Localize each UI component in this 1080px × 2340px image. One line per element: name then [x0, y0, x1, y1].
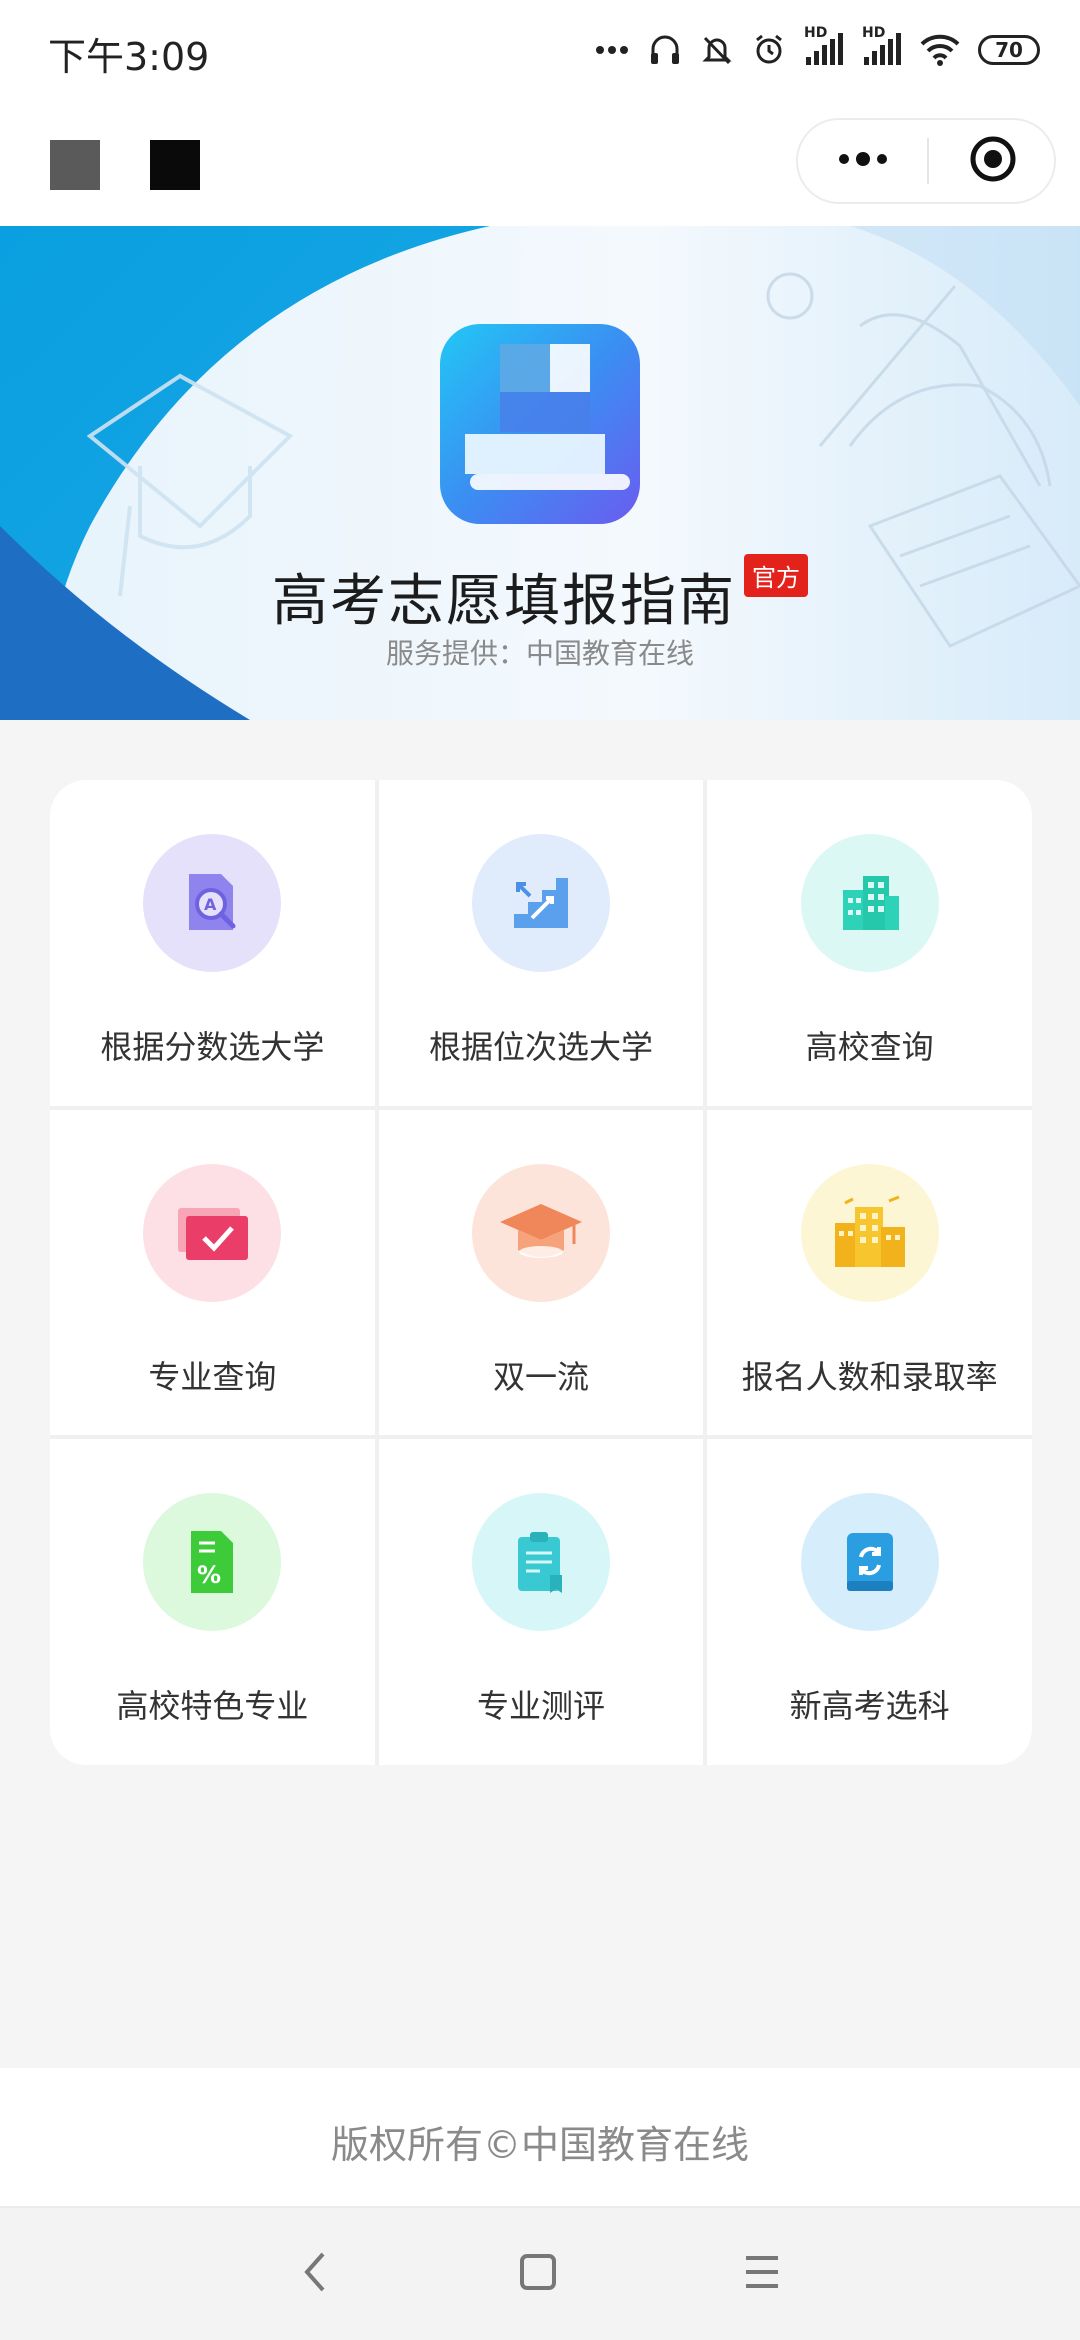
close-target-icon: [968, 134, 1018, 188]
menu-item-major-search[interactable]: 专业查询: [50, 1109, 375, 1436]
menu-label: 新高考选科: [789, 1687, 950, 1726]
score-search-icon: A: [143, 834, 282, 972]
city-building-icon: [800, 1163, 939, 1302]
menu-item-enrollment-rate[interactable]: 报名人数和录取率: [707, 1109, 1032, 1436]
more-dots-icon: [594, 44, 630, 56]
mini-program-capsule: [796, 118, 1056, 204]
refresh-book-icon: [800, 1493, 939, 1632]
service-provider: 服务提供：中国教育在线: [385, 637, 694, 670]
menu-item-score-select[interactable]: A 根据分数选大学: [50, 780, 375, 1106]
svg-text:%: %: [197, 1561, 221, 1589]
battery-level: 70: [995, 38, 1023, 62]
menu-label: 根据位次选大学: [428, 1028, 653, 1066]
menu-item-rank-select[interactable]: 根据位次选大学: [378, 780, 704, 1106]
menu-item-major-assessment[interactable]: 专业测评: [378, 1439, 704, 1765]
status-icons: HD HD 70: [594, 25, 1040, 72]
menu-button[interactable]: [732, 2244, 792, 2304]
more-button[interactable]: [798, 120, 928, 202]
menu-item-double-first-class[interactable]: 双一流: [378, 1109, 704, 1436]
signal-icon: HD: [862, 25, 902, 67]
network-label: HD: [804, 25, 828, 41]
rank-stairs-icon: [471, 834, 610, 972]
app-logo: [440, 324, 640, 524]
percent-document-icon: %: [143, 1493, 282, 1632]
network-label: HD: [862, 25, 886, 41]
close-button[interactable]: [929, 120, 1056, 202]
building-icon: [800, 834, 939, 972]
menu-item-featured-majors[interactable]: % 高校特色专业: [50, 1439, 375, 1765]
menu-label: 专业测评: [476, 1687, 605, 1726]
app-title-text: 高考志愿填报指南: [272, 569, 736, 634]
headphones-icon: [648, 33, 682, 67]
wifi-icon: [920, 34, 960, 66]
svg-text:A: A: [204, 895, 217, 914]
nav-placeholder-block: [50, 140, 100, 190]
home-icon: [518, 2252, 558, 2296]
nav-bar: [0, 100, 1080, 226]
clipboard-icon: [471, 1493, 610, 1632]
menu-label: 根据分数选大学: [100, 1028, 325, 1066]
menu-item-new-gaokao-subjects[interactable]: 新高考选科: [707, 1439, 1032, 1765]
nav-placeholder-block: [150, 140, 200, 190]
app-title: 高考志愿填报指南 官方: [0, 554, 1080, 637]
home-button[interactable]: [508, 2244, 568, 2304]
feature-grid: A 根据分数选大学 根据位次选大学 高校查询 专业查询 双一流 报名人数和录取率: [50, 780, 1032, 1765]
menu-label: 高校查询: [805, 1028, 934, 1066]
signal-icon: HD: [804, 25, 844, 67]
menu-item-university-search[interactable]: 高校查询: [707, 780, 1032, 1106]
graduation-cap-icon: [471, 1163, 610, 1302]
back-button[interactable]: [286, 2244, 346, 2304]
checkbox-card-icon: [143, 1163, 282, 1302]
battery-icon: 70: [978, 35, 1040, 65]
more-icon: [836, 151, 890, 171]
mute-bell-icon: [700, 33, 734, 67]
status-time: 下午3:09: [48, 35, 210, 79]
copyright-text: 版权所有©中国教育在线: [330, 2123, 749, 2167]
menu-label: 专业查询: [148, 1357, 277, 1396]
status-bar: 下午3:09 HD HD 70: [0, 0, 1080, 100]
alarm-icon: [752, 33, 786, 67]
system-navigation-bar: [0, 2208, 1080, 2340]
menu-label: 高校特色专业: [116, 1687, 309, 1726]
back-icon: [301, 2250, 331, 2298]
official-badge: 官方: [744, 554, 808, 597]
menu-label: 报名人数和录取率: [741, 1357, 998, 1396]
hero-banner: 高考志愿填报指南 官方 服务提供：中国教育在线: [0, 226, 1080, 720]
menu-label: 双一流: [492, 1357, 589, 1396]
footer: 版权所有©中国教育在线: [0, 2068, 1080, 2208]
menu-icon: [742, 2254, 782, 2294]
